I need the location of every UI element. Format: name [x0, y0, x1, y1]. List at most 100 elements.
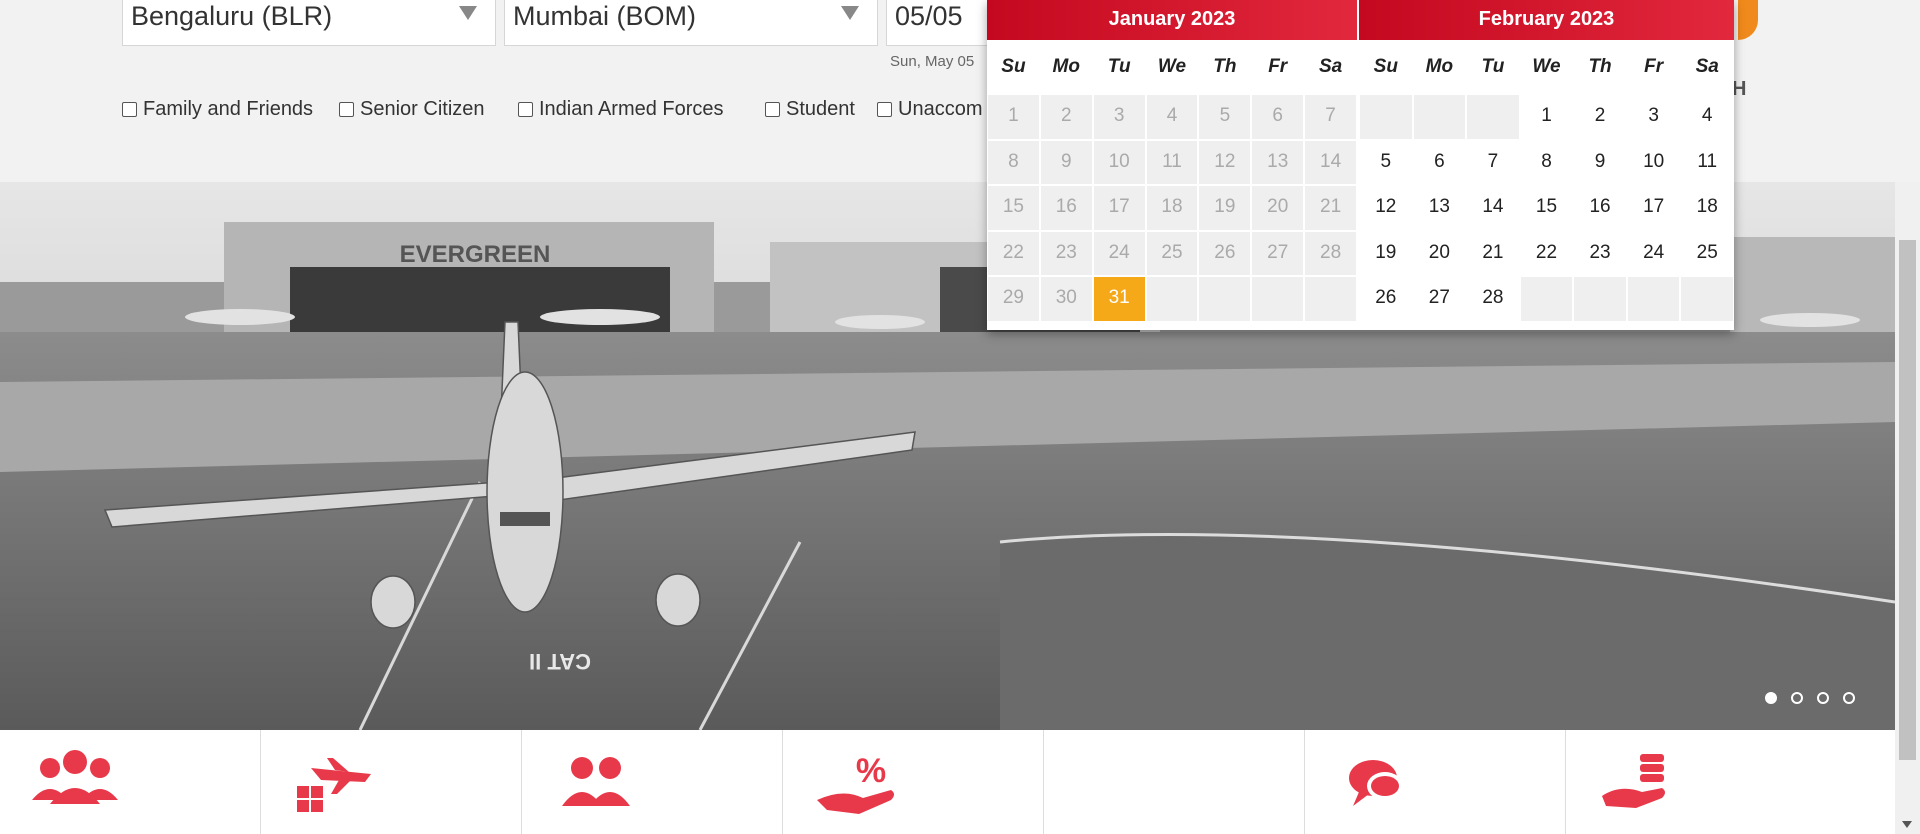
day-cell[interactable]: 3 [1627, 95, 1680, 139]
option-label: Senior Citizen [360, 98, 485, 120]
scroll-thumb[interactable] [1899, 240, 1916, 760]
carousel-dot[interactable] [1817, 692, 1829, 704]
empty-day-cell [1305, 277, 1356, 321]
day-cell[interactable]: 17 [1627, 186, 1680, 230]
services-strip: % [0, 730, 1895, 834]
departure-date-input[interactable]: 05/05 [886, 0, 996, 46]
option-unaccompanied[interactable]: Unaccom [877, 98, 982, 121]
checkbox[interactable] [765, 102, 780, 117]
day-cell: 29 [988, 277, 1039, 321]
day-cell[interactable]: 13 [1413, 186, 1466, 230]
svg-text:%: % [856, 752, 886, 790]
service-payment[interactable] [1566, 730, 1827, 834]
day-cell: 4 [1146, 95, 1198, 139]
service-feedback[interactable] [1305, 730, 1566, 834]
weekday-label: Th [1588, 56, 1612, 77]
carousel-dot[interactable] [1791, 692, 1803, 704]
month-title: February 2023 [1359, 0, 1734, 40]
empty-day-cell [1520, 277, 1573, 321]
origin-select[interactable]: Bengaluru (BLR) [122, 0, 496, 46]
day-cell[interactable]: 8 [1520, 140, 1573, 184]
day-cell[interactable]: 27 [1413, 277, 1466, 321]
day-cell[interactable]: 15 [1520, 186, 1573, 230]
day-cell[interactable]: 6 [1413, 140, 1466, 184]
weekday-label: Th [1213, 56, 1237, 77]
day-cell[interactable]: 12 [1360, 186, 1412, 230]
day-cell: 21 [1305, 186, 1356, 230]
destination-value: Mumbai (BOM) [513, 1, 697, 31]
service-flight-baggage[interactable] [261, 730, 522, 834]
day-cell[interactable]: 5 [1360, 140, 1412, 184]
weekday-label: Mo [1052, 56, 1080, 77]
checkbox[interactable] [518, 102, 533, 117]
day-cell[interactable]: 19 [1360, 231, 1412, 275]
brand-text-partial: H [1732, 78, 1747, 100]
service-group-travel[interactable] [0, 730, 261, 834]
empty-day-cell [1360, 95, 1412, 139]
day-cell[interactable]: 4 [1681, 95, 1733, 139]
dropdown-arrow-icon [841, 6, 859, 20]
empty-day-cell [1467, 95, 1519, 139]
empty-day-cell [1199, 277, 1251, 321]
discount-hand-icon: % [817, 752, 894, 814]
day-cell[interactable]: 14 [1467, 186, 1519, 230]
day-cell[interactable]: 2 [1574, 95, 1626, 139]
day-cell[interactable]: 21 [1467, 231, 1519, 275]
day-cell: 3 [1093, 95, 1145, 139]
day-cell: 14 [1305, 140, 1356, 184]
day-cell[interactable]: 7 [1467, 140, 1519, 184]
option-armed-forces[interactable]: Indian Armed Forces [518, 98, 724, 121]
day-cell: 28 [1305, 231, 1356, 275]
carousel-dot[interactable] [1765, 692, 1777, 704]
service-blank[interactable] [1044, 730, 1305, 834]
service-customer-support[interactable] [522, 730, 783, 834]
option-label: Unaccom [898, 98, 983, 120]
day-cell[interactable]: 20 [1413, 231, 1466, 275]
day-cell[interactable]: 9 [1574, 140, 1626, 184]
month-title: January 2023 [987, 0, 1357, 40]
weekday-label: Tu [1107, 56, 1131, 77]
option-senior-citizen[interactable]: Senior Citizen [339, 98, 485, 121]
checkbox[interactable] [122, 102, 137, 117]
calendar-month-january: January 2023 Su Mo Tu We Th Fr Sa 1 2 3 4 5 6 7 8 9 10 1… [987, 0, 1357, 330]
day-cell[interactable]: 16 [1574, 186, 1626, 230]
day-cell[interactable]: 28 [1467, 277, 1519, 321]
day-cell[interactable]: 25 [1681, 231, 1733, 275]
day-cell: 7 [1305, 95, 1356, 139]
day-cell: 20 [1252, 186, 1304, 230]
dropdown-arrow-icon [459, 6, 477, 20]
origin-value: Bengaluru (BLR) [131, 1, 333, 31]
option-family-friends[interactable]: Family and Friends [122, 98, 313, 121]
day-cell: 15 [988, 186, 1039, 230]
day-cell[interactable]: 11 [1681, 140, 1733, 184]
day-cell: 12 [1199, 140, 1251, 184]
flight-baggage-icon [297, 758, 371, 812]
service-offers[interactable]: % [783, 730, 1044, 834]
weekday-label: We [1157, 56, 1187, 77]
day-cell[interactable]: 1 [1520, 95, 1573, 139]
selected-day[interactable]: 31 [1093, 277, 1145, 321]
day-cell: 24 [1093, 231, 1145, 275]
destination-select[interactable]: Mumbai (BOM) [504, 0, 878, 46]
option-student[interactable]: Student [765, 98, 855, 121]
day-cell[interactable]: 26 [1360, 277, 1412, 321]
date-hint: Sun, May 05 [890, 53, 975, 70]
calendar-month-february: February 2023 Su Mo Tu We Th Fr Sa 1 2 3 4 5 6 7 8 9 10… [1359, 0, 1734, 330]
day-grid: 1 2 3 4 5 6 7 8 9 10 11 12 13 14 15 16 17 18 19 20 21 22 23 24 2… [1359, 94, 1734, 322]
runway-marking: CAT II [529, 649, 591, 674]
day-cell: 10 [1093, 140, 1145, 184]
weekday-label: Tu [1481, 56, 1505, 77]
checkbox[interactable] [339, 102, 354, 117]
day-cell: 11 [1146, 140, 1198, 184]
day-cell[interactable]: 18 [1681, 186, 1733, 230]
day-cell[interactable]: 10 [1627, 140, 1680, 184]
brand-logo-partial [1738, 0, 1758, 40]
day-cell[interactable]: 22 [1520, 231, 1573, 275]
scroll-down-icon[interactable] [1902, 821, 1912, 828]
checkbox[interactable] [877, 102, 892, 117]
page-scrollbar[interactable] [1895, 182, 1920, 834]
carousel-dot[interactable] [1843, 692, 1855, 704]
day-cell[interactable]: 24 [1627, 231, 1680, 275]
carousel-dots [1765, 692, 1855, 704]
day-cell[interactable]: 23 [1574, 231, 1626, 275]
